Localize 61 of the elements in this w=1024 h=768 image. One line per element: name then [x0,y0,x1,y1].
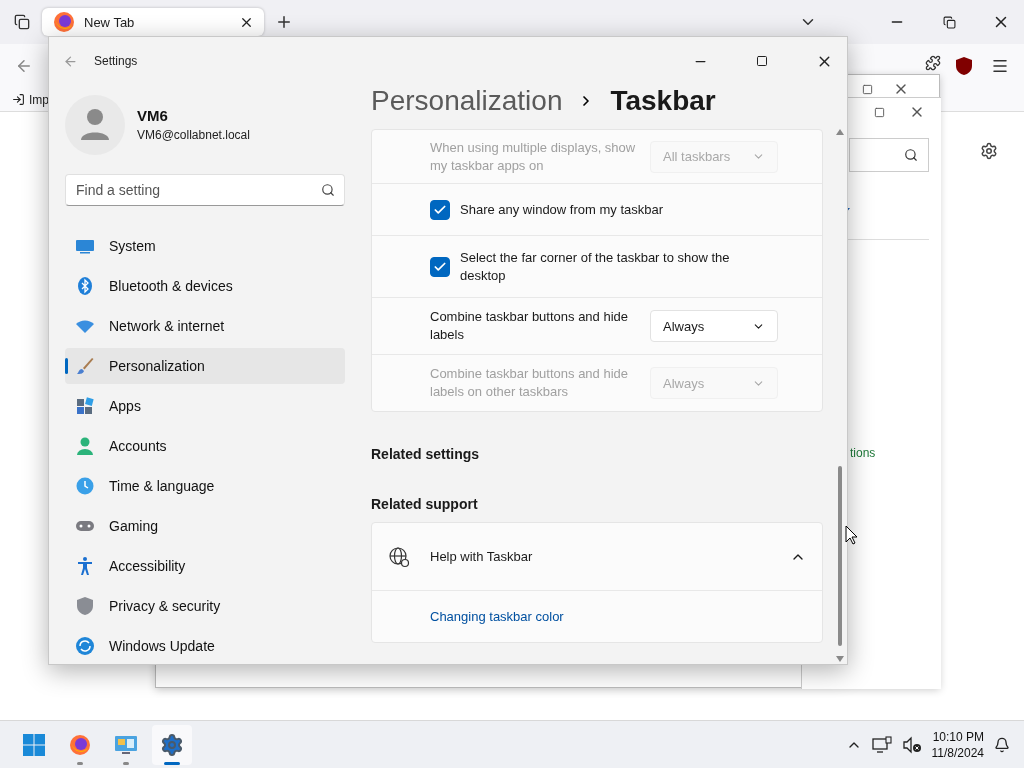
network-icon[interactable] [871,735,892,754]
checkbox[interactable] [430,199,450,220]
help-header[interactable]: Help with Taskbar [372,523,822,590]
setting-label: When using multiple displays, show my taskbar apps on [430,138,637,175]
search-icon [321,183,335,197]
maximize-icon[interactable] [874,106,885,118]
update-icon [75,636,95,656]
shield-icon [75,596,95,616]
firefox-icon [68,732,92,757]
section-heading: Related support [371,496,479,512]
bell-icon[interactable] [994,736,1010,753]
help-link[interactable]: Changing taskbar color [430,609,764,624]
browser-tab[interactable]: New Tab [42,8,264,36]
speaker-muted-icon[interactable] [901,735,922,754]
search-field[interactable]: Find a setting [65,174,345,206]
user-name: VM6 [137,107,169,124]
apps-icon [75,396,95,416]
link[interactable]: tions [850,446,876,460]
nav-item[interactable]: Apps [65,388,345,424]
accessibility-icon [75,556,95,576]
user-email: VM6@collabnet.local [137,128,250,142]
nav-item[interactable]: Accounts [65,428,345,464]
search-field[interactable] [849,138,929,172]
window-title: Settings [94,54,138,68]
nav-item[interactable]: Windows Update [65,628,345,664]
setting-label: Combine taskbar buttons and hide labels on other taskbars [430,365,629,401]
taskbar-app[interactable] [152,724,192,765]
settings-icon[interactable] [980,142,998,160]
page-title: Taskbar [610,85,716,117]
nav-item[interactable]: Time & language [65,468,345,504]
nav-item[interactable]: Privacy & security [65,588,345,624]
person-icon [75,436,95,456]
globe-icon [388,545,410,568]
nav-item[interactable]: System [65,228,345,264]
dropdown[interactable]: Always [650,310,778,342]
help-title: Help with Taskbar [430,549,534,564]
windows-logo-icon [23,733,45,756]
globe-clock-icon [75,476,95,496]
puzzle-icon[interactable] [924,54,942,72]
control-panel-icon [114,733,138,756]
nav-item[interactable]: Personalization [65,348,345,384]
firefox-icon [52,10,76,34]
import-icon [12,93,25,106]
breadcrumb-parent[interactable]: Personalization [371,85,563,117]
brush-icon [75,356,95,376]
gear-icon [160,732,184,757]
nav-item[interactable]: Accessibility [65,548,345,584]
bookmark-link[interactable]: Imp [29,92,49,107]
nav-item[interactable]: Bluetooth & devices [65,268,345,304]
checkbox[interactable] [430,256,450,277]
nav-item[interactable]: Gaming [65,508,345,544]
section-heading: Related settings [371,446,481,462]
nav-item[interactable]: Network & internet [65,308,345,344]
setting-label: Select the far corner of the taskbar to show the desktop [460,248,731,285]
search-icon [904,148,918,162]
clock[interactable]: 10:10 PM 11/8/2024 [931,728,984,761]
maximize-icon[interactable] [862,83,873,95]
setting-label: Share any window from my taskbar [460,200,665,219]
setting-label: Combine taskbar buttons and hide labels [430,308,629,344]
bluetooth-icon [75,276,95,296]
back-arrow-icon[interactable] [63,53,78,69]
